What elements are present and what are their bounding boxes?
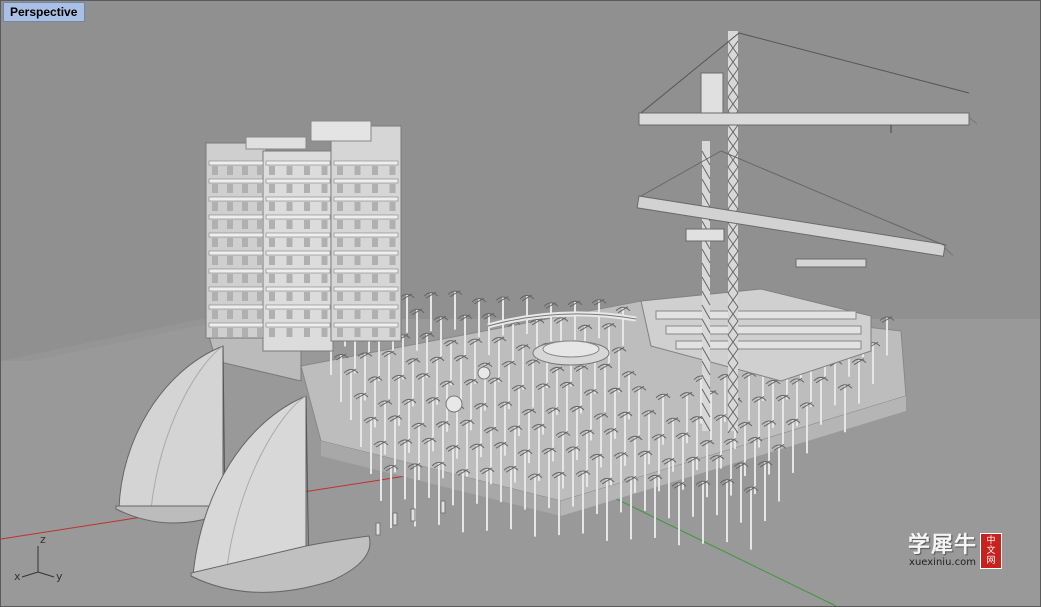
axis-label-z: z — [40, 533, 46, 546]
watermark-seal: 中 文 网 — [980, 533, 1002, 569]
watermark-url: xuexiniu.com — [909, 557, 976, 568]
watermark-logo: 学犀牛 xuexiniu.com 中 文 网 — [908, 533, 1002, 569]
axis-label-y: y — [56, 570, 63, 583]
watermark-title: 学犀牛 — [907, 532, 977, 558]
scene-canvas[interactable]: z x y — [1, 1, 1040, 606]
seal-char-2: 文 — [986, 546, 996, 556]
axis-label-x: x — [14, 570, 21, 583]
seal-char-1: 中 — [986, 536, 996, 546]
seal-char-3: 网 — [986, 556, 996, 566]
viewport-perspective[interactable]: Perspective z x y 学犀牛 xuexiniu.com 中 文 网 — [0, 0, 1041, 607]
viewport-title-tab[interactable]: Perspective — [3, 2, 86, 22]
